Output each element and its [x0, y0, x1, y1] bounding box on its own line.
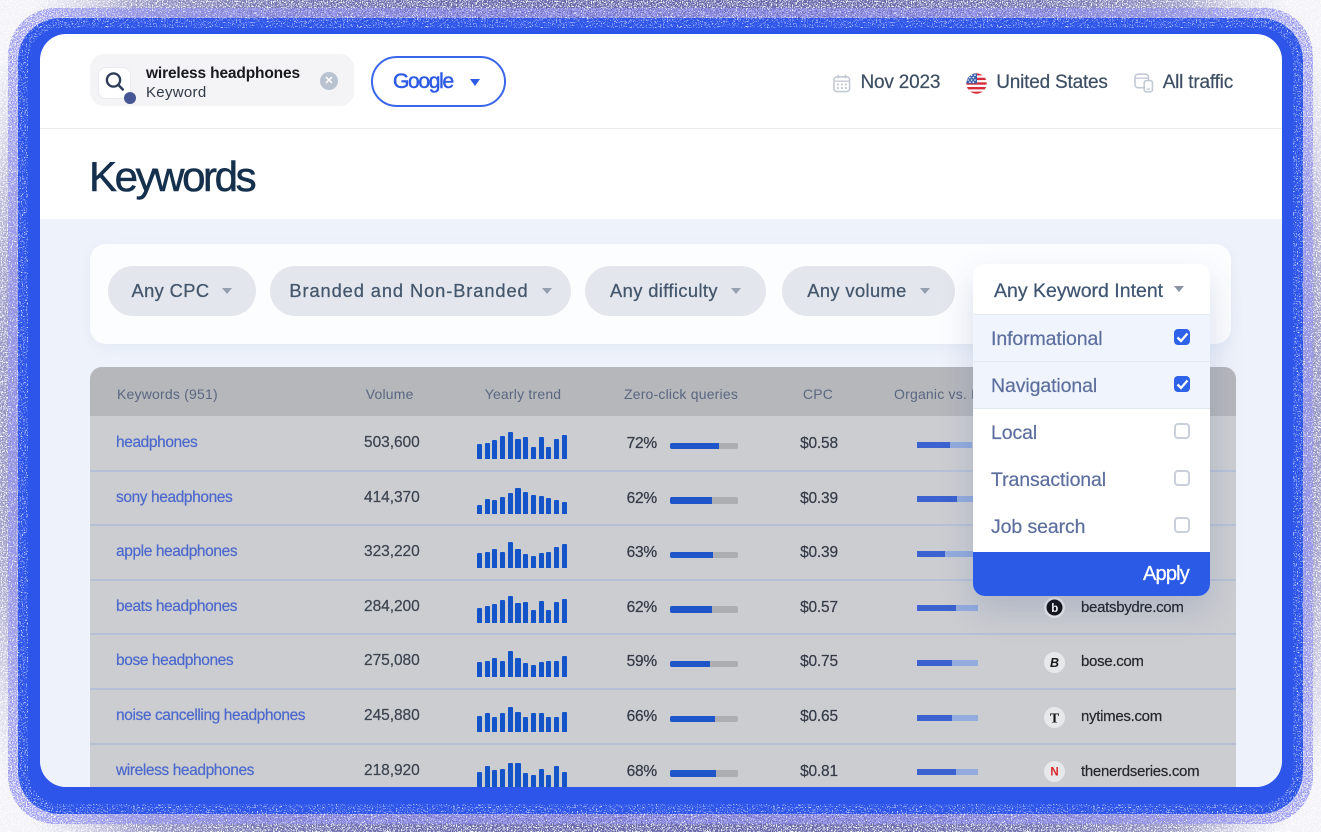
- svg-text:B: B: [1050, 656, 1059, 670]
- svg-text:T: T: [1050, 711, 1060, 726]
- svg-text:b: b: [1051, 603, 1058, 615]
- svg-text:N: N: [1050, 767, 1058, 779]
